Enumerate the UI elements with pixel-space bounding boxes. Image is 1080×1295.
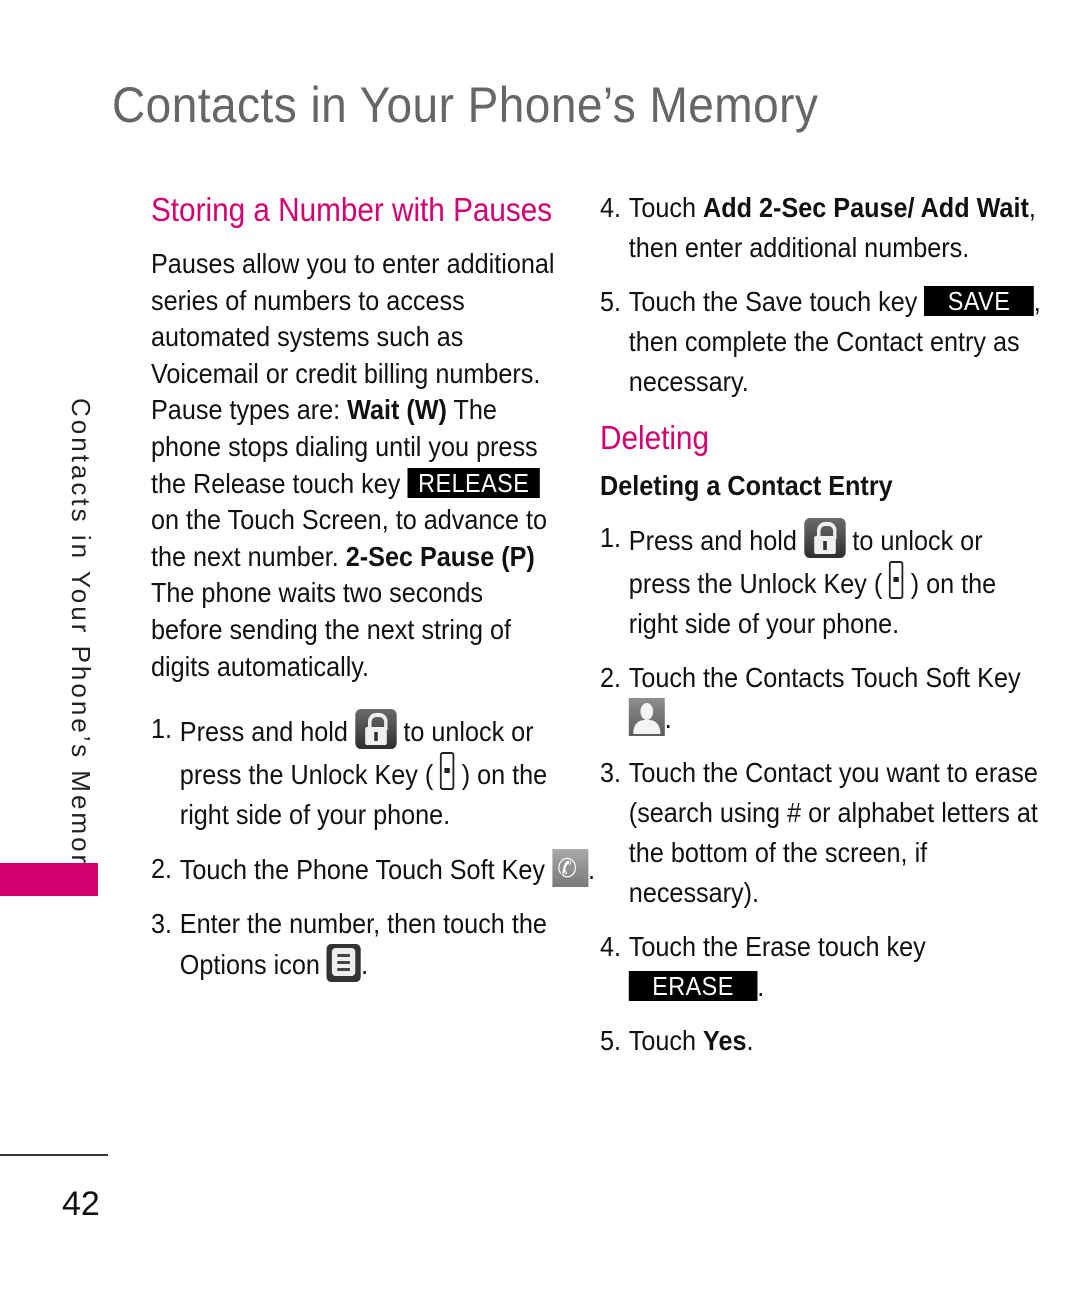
- step-number: 1.: [600, 522, 622, 553]
- step-number: 5.: [600, 1025, 622, 1056]
- step-text: .: [587, 854, 595, 886]
- list-item: 3. Enter the number, then touch the Opti…: [151, 904, 598, 985]
- side-tab-marker: [0, 863, 98, 896]
- side-tab-label: Contacts in Your Phone’s Memory: [66, 398, 96, 883]
- section-heading-deleting: Deleting: [600, 419, 709, 456]
- deleting-steps: 1. Press and hold to unlock or press the…: [600, 518, 1038, 1061]
- lock-icon: [354, 709, 397, 750]
- list-item: 1. Press and hold to unlock or press the…: [600, 518, 1047, 644]
- step-text: .: [664, 703, 672, 734]
- list-item: 4. Touch Add 2-Sec Pause/ Add Wait, then…: [600, 188, 1047, 268]
- save-key-badge: SAVE: [924, 286, 1034, 316]
- list-item: 4. Touch the Erase touch key ERASE.: [600, 927, 1047, 1007]
- subheading-deleting-contact-entry: Deleting a Contact Entry: [600, 470, 893, 501]
- menu-option-term: Add 2-Sec Pause/ Add Wait: [703, 192, 1029, 223]
- step-text: Touch the Contact you want to erase (sea…: [628, 757, 1038, 908]
- step-text: Touch the Erase touch key: [628, 931, 926, 962]
- right-column: 4. Touch Add 2-Sec Pause/ Add Wait, then…: [600, 188, 1041, 1075]
- step-text: Touch: [628, 1025, 704, 1056]
- pauses-intro-paragraph: Pauses allow you to enter additional ser…: [151, 246, 561, 685]
- storing-steps-continued: 4. Touch Add 2-Sec Pause/ Add Wait, then…: [600, 188, 1041, 402]
- yes-term: Yes: [703, 1025, 747, 1056]
- unlock-key-icon: [889, 561, 904, 599]
- left-column: Storing a Number with Pauses Pauses allo…: [151, 188, 595, 999]
- step-text: Touch the Save touch key: [628, 286, 925, 317]
- step-text: .: [361, 949, 369, 981]
- unlock-key-icon: [440, 752, 455, 791]
- step-number: 3.: [151, 908, 173, 940]
- footer-divider: [0, 1154, 108, 1156]
- step-text: .: [757, 971, 765, 1002]
- step-number: 4.: [600, 192, 622, 223]
- step-text: Touch the Phone Touch Soft Key: [179, 854, 552, 886]
- step-text: Press and hold: [628, 525, 804, 556]
- step-number: 3.: [600, 757, 622, 788]
- list-item: 5. Touch Yes.: [600, 1021, 1047, 1061]
- step-text: Touch: [628, 192, 704, 223]
- options-icon: [326, 944, 362, 983]
- step-number: 4.: [600, 931, 622, 962]
- storing-steps: 1. Press and hold to unlock or press the…: [151, 709, 595, 985]
- page-title: Contacts in Your Phone’s Memory: [112, 77, 819, 133]
- lock-icon: [803, 518, 846, 558]
- list-item: 2. Touch the Phone Touch Soft Key ✆.: [151, 849, 598, 890]
- list-item: 3. Touch the Contact you want to erase (…: [600, 753, 1047, 913]
- list-item: 5. Touch the Save touch key SAVE, then c…: [600, 282, 1047, 402]
- section-heading-storing-pauses: Storing a Number with Pauses: [151, 191, 553, 228]
- phone-icon: ✆: [551, 849, 588, 888]
- release-key-badge: RELEASE: [407, 467, 541, 498]
- contacts-icon: [628, 698, 665, 736]
- step-number: 1.: [151, 713, 173, 745]
- intro-text: The phone waits two seconds before sendi…: [151, 577, 512, 682]
- step-text: Touch the Contacts Touch Soft Key: [628, 662, 1021, 693]
- wait-term: Wait (W): [347, 394, 447, 426]
- step-text: Press and hold: [179, 716, 355, 748]
- step-number: 2.: [151, 853, 173, 885]
- step-number: 5.: [600, 286, 622, 317]
- two-sec-pause-term: 2-Sec Pause (P): [345, 540, 535, 572]
- step-text: .: [746, 1025, 754, 1056]
- list-item: 1. Press and hold to unlock or press the…: [151, 709, 598, 835]
- list-item: 2. Touch the Contacts Touch Soft Key .: [600, 658, 1047, 739]
- step-number: 2.: [600, 662, 622, 693]
- page-number: 42: [62, 1185, 100, 1223]
- erase-key-badge: ERASE: [628, 971, 758, 1001]
